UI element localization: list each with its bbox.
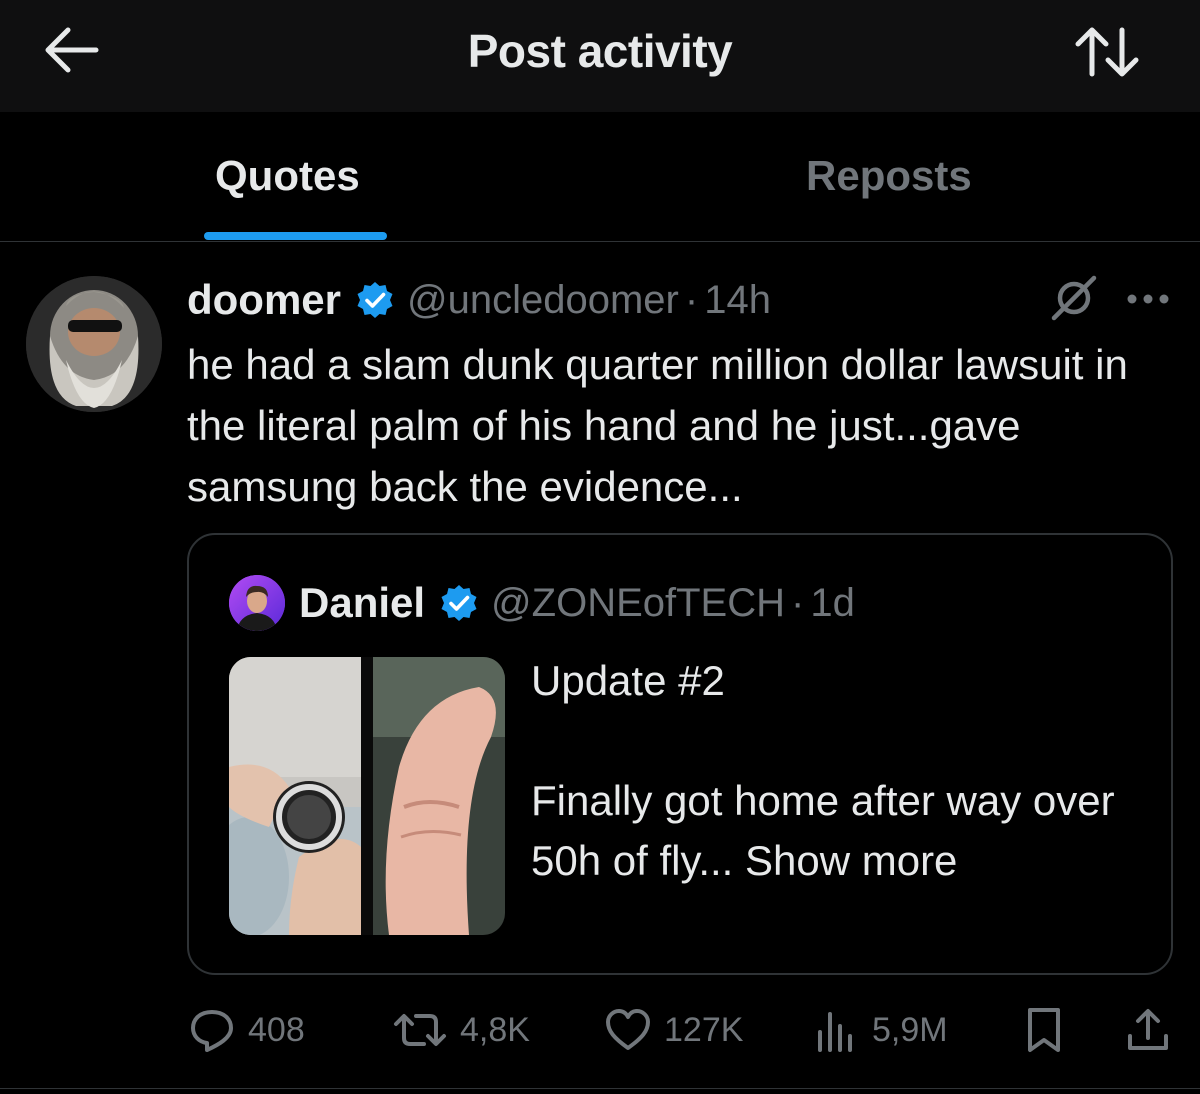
grok-icon <box>1051 275 1097 321</box>
quoted-author-avatar <box>229 575 285 631</box>
reply-icon <box>191 1010 233 1052</box>
like-button[interactable]: 127K <box>604 1004 743 1056</box>
view-count: 5,9M <box>872 1010 948 1049</box>
author-avatar[interactable] <box>26 276 162 412</box>
bookmark-icon <box>1028 1008 1060 1052</box>
share-button[interactable] <box>1124 1004 1172 1056</box>
heart-icon <box>606 1009 650 1050</box>
post-author-row: doomer @uncledoomer · 14h <box>187 272 771 328</box>
author-handle[interactable]: @uncledoomer <box>407 278 679 323</box>
post-text: he had a slam dunk quarter million dolla… <box>187 341 1128 510</box>
tab-bar: Quotes Reposts <box>0 112 1200 242</box>
active-tab-indicator <box>204 232 387 240</box>
separator-dot: · <box>684 277 699 322</box>
author-display-name[interactable]: doomer <box>187 276 341 324</box>
tab-reposts[interactable]: Reposts <box>806 152 972 200</box>
top-bar: Post activity <box>0 0 1200 112</box>
share-icon <box>1128 1009 1168 1050</box>
divider <box>0 1088 1200 1089</box>
tab-quotes[interactable]: Quotes <box>215 152 360 200</box>
quoted-post-text: Update #2 Finally got home after way ove… <box>531 651 1131 891</box>
post-actions-bar: 408 4,8K 127K 5,9M <box>0 1000 1200 1060</box>
quoted-handle: @ZONEofTECH <box>491 580 786 625</box>
like-count: 127K <box>664 1010 744 1049</box>
separator-dot: · <box>791 580 805 625</box>
views-chart-icon <box>818 1012 852 1052</box>
sort-button[interactable] <box>1072 22 1142 82</box>
quoted-author-row: Daniel @ZONEofTECH · 1d <box>299 575 855 631</box>
avatar-image <box>26 276 162 412</box>
repost-button[interactable]: 4,8K <box>392 1004 530 1056</box>
more-dots-icon <box>1127 294 1169 304</box>
quoted-timestamp: 1d <box>810 580 855 625</box>
repost-count: 4,8K <box>460 1010 530 1049</box>
quoted-text-line: Update #2 <box>531 657 725 704</box>
more-options-button[interactable] <box>1126 292 1170 304</box>
quoted-text-line: Finally got home after way over 50h of f… <box>531 777 1115 884</box>
bookmark-button[interactable] <box>1020 1004 1068 1056</box>
page-title: Post activity <box>467 25 733 77</box>
post-timestamp[interactable]: 14h <box>704 278 771 323</box>
reply-button[interactable]: 408 <box>188 1004 305 1056</box>
media-image <box>229 657 505 935</box>
repost-icon <box>394 1014 446 1046</box>
quoted-avatar-image <box>229 575 285 631</box>
quoted-media-thumbnail[interactable] <box>229 657 505 935</box>
reply-count: 408 <box>248 1010 305 1049</box>
verified-badge-icon <box>357 282 393 318</box>
quoted-post-card[interactable]: Daniel @ZONEofTECH · 1d Update #2 Finall… <box>187 533 1173 975</box>
quoted-display-name: Daniel <box>299 579 426 626</box>
verified-badge-icon <box>441 585 477 621</box>
views-button[interactable]: 5,9M <box>812 1004 948 1056</box>
sort-arrows-icon <box>1075 27 1139 77</box>
grok-button[interactable] <box>1048 272 1100 324</box>
